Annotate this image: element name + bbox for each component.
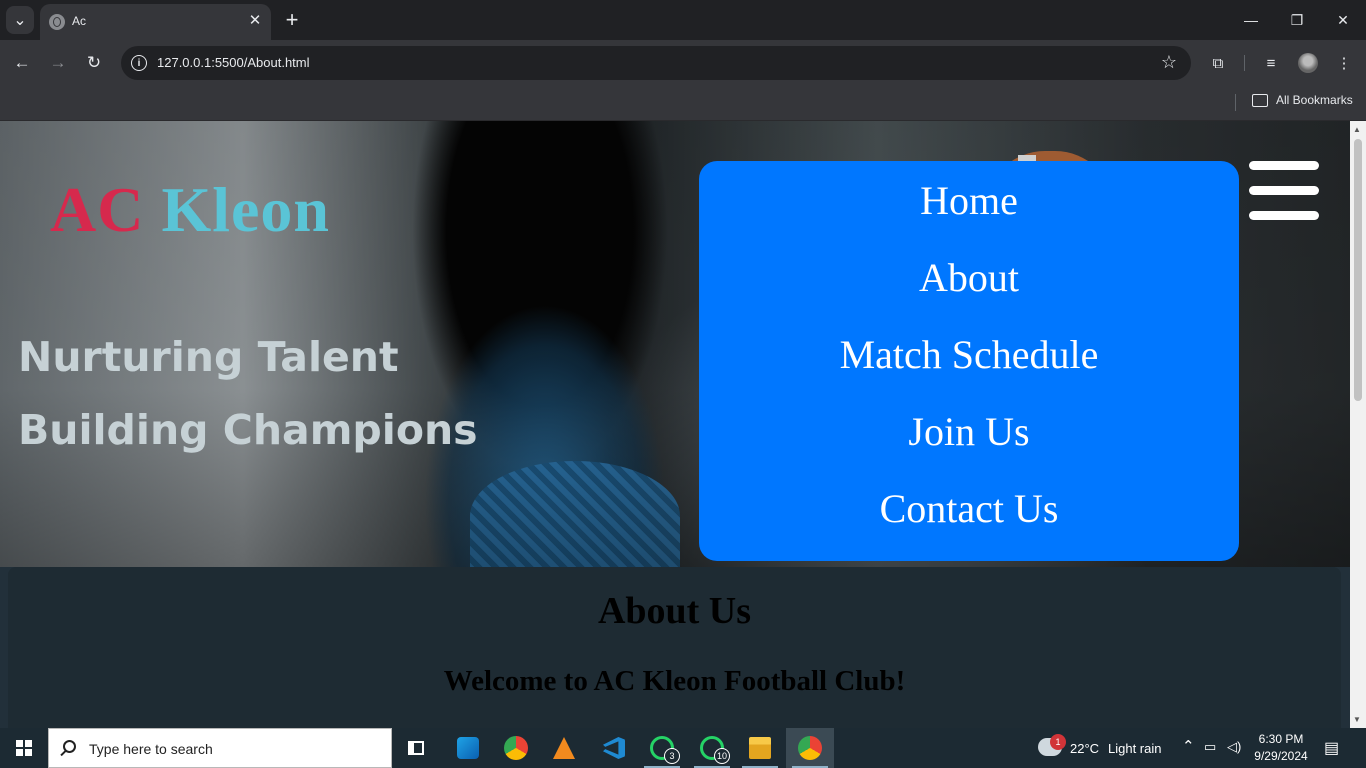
site-logo[interactable]: AC Kleon bbox=[50, 173, 330, 247]
hamburger-menu-icon[interactable] bbox=[1249, 161, 1319, 221]
logo-ac: AC bbox=[50, 174, 145, 245]
search-placeholder: Type here to search bbox=[89, 741, 213, 757]
forward-button[interactable]: → bbox=[44, 49, 72, 77]
browser-toolbar: ← → ↻ i 127.0.0.1:5500/About.html ☆ ⧉ ≡ … bbox=[0, 40, 1366, 86]
all-bookmarks-link[interactable]: All Bookmarks bbox=[1276, 93, 1353, 107]
site-info-icon[interactable]: i bbox=[131, 55, 147, 71]
start-button[interactable] bbox=[0, 728, 48, 768]
nav-link-join-us[interactable]: Join Us bbox=[699, 408, 1239, 455]
extensions-icon[interactable]: ⧉ bbox=[1207, 52, 1229, 74]
nav-link-contact-us[interactable]: Contact Us bbox=[699, 485, 1239, 532]
welcome-heading: Welcome to AC Kleon Football Club! bbox=[443, 665, 906, 697]
maximize-button[interactable]: ❐ bbox=[1274, 0, 1320, 40]
chrome-icon[interactable] bbox=[492, 728, 540, 768]
kebab-menu-icon[interactable]: ⋮ bbox=[1333, 52, 1355, 74]
hamburger-bar bbox=[1249, 211, 1319, 220]
folder-glyph bbox=[749, 737, 771, 759]
file-explorer-icon[interactable] bbox=[736, 728, 784, 768]
show-hidden-icons-icon[interactable]: ⌃ bbox=[1182, 737, 1195, 755]
page-scrollbar[interactable]: ▲ ▼ bbox=[1350, 121, 1366, 728]
about-section: About Us Welcome to AC Kleon Football Cl… bbox=[8, 567, 1341, 728]
snip-glyph bbox=[457, 737, 479, 759]
chrome-glyph bbox=[798, 736, 822, 760]
snip-icon[interactable] bbox=[444, 728, 492, 768]
nav-link-match-schedule[interactable]: Match Schedule bbox=[699, 331, 1239, 378]
hamburger-bar bbox=[1249, 186, 1319, 195]
task-view-icon[interactable] bbox=[392, 728, 440, 768]
notification-badge: 3 bbox=[664, 748, 680, 764]
address-bar[interactable]: i 127.0.0.1:5500/About.html ☆ bbox=[121, 46, 1191, 80]
nav-link-about[interactable]: About bbox=[699, 254, 1239, 301]
taskbar-clock[interactable]: 6:30 PM 9/29/2024 bbox=[1250, 731, 1312, 765]
bookmarks-bar: All Bookmarks bbox=[0, 86, 1366, 121]
battery-icon[interactable]: ▭ bbox=[1204, 739, 1216, 755]
globe-icon bbox=[49, 14, 65, 30]
whatsapp-icon[interactable]: 10 bbox=[688, 728, 736, 768]
reload-icon: ↻ bbox=[86, 53, 102, 72]
about-heading: About Us bbox=[597, 590, 752, 632]
browser-tab-strip: ⌄ Ac ✕ + — ❐ ✕ bbox=[0, 0, 1366, 40]
clock-date: 9/29/2024 bbox=[1254, 749, 1308, 763]
search-icon bbox=[63, 740, 76, 753]
vlc-icon[interactable] bbox=[540, 728, 588, 768]
avatar bbox=[1298, 53, 1318, 73]
vscode-icon[interactable] bbox=[590, 728, 638, 768]
arrow-left-icon: ← bbox=[13, 53, 31, 72]
whatsapp-icon[interactable]: 3 bbox=[638, 728, 686, 768]
nav-menu-panel: Home About Match Schedule Join Us Contac… bbox=[699, 161, 1239, 561]
clock-time: 6:30 PM bbox=[1258, 732, 1304, 746]
close-window-button[interactable]: ✕ bbox=[1320, 0, 1366, 40]
url-text[interactable]: 127.0.0.1:5500/About.html bbox=[157, 55, 310, 70]
toolbar-divider bbox=[1244, 55, 1245, 71]
tab-title: Ac bbox=[72, 14, 87, 28]
vlc-glyph bbox=[553, 737, 575, 759]
tagline-line-1: Nurturing Talent bbox=[18, 333, 399, 381]
reload-button[interactable]: ↻ bbox=[80, 49, 108, 77]
hero-section: AC Kleon Nurturing Talent Building Champ… bbox=[0, 121, 1350, 567]
notification-center-icon[interactable]: ▤ bbox=[1324, 738, 1339, 758]
minimize-button[interactable]: — bbox=[1228, 0, 1274, 40]
task-view-glyph bbox=[408, 741, 424, 755]
hamburger-bar bbox=[1249, 161, 1319, 170]
folder-icon[interactable] bbox=[1252, 94, 1268, 107]
chevron-down-icon: ⌄ bbox=[13, 12, 27, 29]
bookmark-star-icon[interactable]: ☆ bbox=[1161, 52, 1177, 73]
chrome-active-icon[interactable] bbox=[786, 728, 834, 768]
arrow-right-icon: → bbox=[49, 53, 67, 72]
browser-tab[interactable]: Ac ✕ bbox=[40, 4, 271, 40]
nav-link-home[interactable]: Home bbox=[699, 177, 1239, 224]
weather-condition[interactable]: Light rain bbox=[1108, 741, 1161, 756]
speaker-icon[interactable]: ◁) bbox=[1227, 739, 1241, 755]
profile-avatar[interactable] bbox=[1297, 52, 1319, 74]
new-tab-button[interactable]: + bbox=[280, 7, 304, 32]
scroll-down-icon[interactable]: ▼ bbox=[1353, 715, 1361, 724]
weather-temp[interactable]: 22°C bbox=[1070, 741, 1099, 756]
weather-alert-badge: 1 bbox=[1050, 734, 1066, 750]
page-viewport: AC Kleon Nurturing Talent Building Champ… bbox=[0, 121, 1350, 728]
tab-close-button[interactable]: ✕ bbox=[245, 10, 265, 30]
scrollbar-thumb[interactable] bbox=[1354, 139, 1362, 401]
back-button[interactable]: ← bbox=[8, 49, 36, 77]
vscode-glyph bbox=[603, 737, 625, 759]
logo-kleon: Kleon bbox=[161, 174, 330, 245]
taskbar-search-box[interactable]: Type here to search bbox=[48, 728, 392, 768]
tagline-line-2: Building Champions bbox=[18, 406, 478, 454]
windows-taskbar: Type here to search 3 10 1 22°C Light ra… bbox=[0, 728, 1366, 768]
media-control-icon[interactable]: ≡ bbox=[1260, 52, 1282, 74]
chrome-glyph bbox=[504, 736, 528, 760]
tab-search-button[interactable]: ⌄ bbox=[6, 6, 34, 34]
bookmarks-divider bbox=[1235, 94, 1236, 111]
scroll-up-icon[interactable]: ▲ bbox=[1353, 125, 1361, 134]
notification-badge: 10 bbox=[713, 748, 730, 764]
windows-icon bbox=[16, 740, 32, 756]
